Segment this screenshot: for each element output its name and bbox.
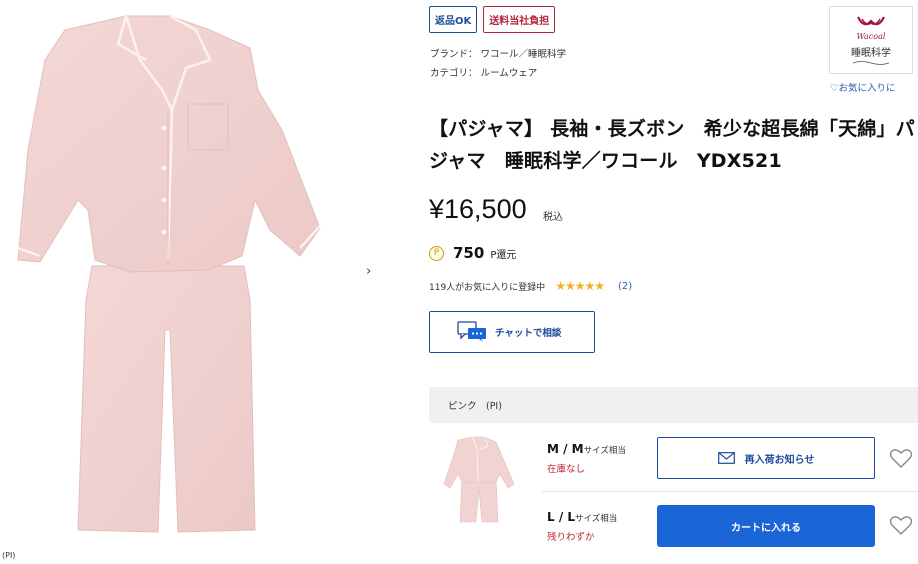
size-m-value: M / M: [547, 442, 584, 456]
color-label: ピンク (PI): [448, 401, 502, 412]
free-shipping-badge: 送料当社負担: [483, 6, 556, 33]
logo-swirl-icon: [852, 60, 890, 65]
add-to-cart-label: カートに入れる: [731, 522, 801, 534]
size-m-suffix: サイズ相当: [583, 446, 626, 456]
product-main-image[interactable]: [0, 0, 340, 564]
points-label: P還元: [490, 249, 517, 261]
logo-wordmark: Wacoal: [856, 31, 886, 41]
add-to-favorites-link[interactable]: ♡お気に入りに: [830, 80, 896, 94]
size-m-label: M / Mサイズ相当: [547, 442, 626, 456]
points-value: 750: [453, 244, 485, 262]
restock-notify-label: 再入荷お知らせ: [744, 454, 815, 466]
color-header: ピンク (PI): [429, 387, 918, 423]
wacoal-logo-icon: [857, 15, 885, 25]
size-divider: [542, 491, 918, 492]
chat-consult-button[interactable]: チャットで相談: [429, 311, 595, 353]
favorite-heart-icon[interactable]: [889, 514, 913, 536]
chat-bubble-icon: [457, 321, 486, 342]
envelope-icon: [717, 452, 735, 464]
size-m-stock: 在庫なし: [547, 464, 586, 475]
rating-row: 119人がお気に入りに登録中 ★★★★★ (2): [429, 279, 632, 293]
brand-logo[interactable]: Wacoal 睡眠科学: [829, 6, 913, 74]
chat-button-label: チャットで相談: [495, 328, 562, 339]
color-thumbnail-image[interactable]: [436, 434, 522, 526]
points-row: P 750 P還元: [429, 244, 516, 262]
favorite-heart-icon[interactable]: [889, 447, 913, 469]
tax-label: 税込: [543, 212, 563, 223]
returnable-badge: 返品OK: [429, 6, 478, 33]
product-title: 【パジャマ】 長袖・長ズボン 希少な超長綿「天綿」パジャマ 睡眠科学／ワコール …: [429, 118, 915, 172]
size-l-stock: 残りわずか: [547, 532, 595, 543]
logo-label: 睡眠科学: [851, 47, 891, 59]
badge-group: 返品OK 送料当社負担: [429, 6, 556, 33]
size-l-suffix: サイズ相当: [575, 514, 618, 524]
points-icon: P: [429, 245, 444, 261]
brand-info: ブランド： ワコール／睡眠科学: [430, 49, 567, 60]
add-to-cart-button[interactable]: カートに入れる: [657, 505, 875, 547]
image-caption: (PI): [2, 551, 16, 560]
review-count-link[interactable]: (2): [618, 281, 632, 292]
size-l-label: L / Lサイズ相当: [547, 510, 617, 524]
next-image-arrow-icon[interactable]: ›: [366, 264, 371, 279]
restock-notify-button[interactable]: 再入荷お知らせ: [657, 437, 875, 479]
category-info: カテゴリ： ルームウェア: [430, 68, 538, 79]
product-price: ¥16,500: [429, 194, 527, 224]
size-l-value: L / L: [547, 510, 576, 524]
favorites-count: 119人がお気に入りに登録中: [429, 282, 546, 293]
star-rating-icon: ★★★★★: [555, 279, 605, 293]
